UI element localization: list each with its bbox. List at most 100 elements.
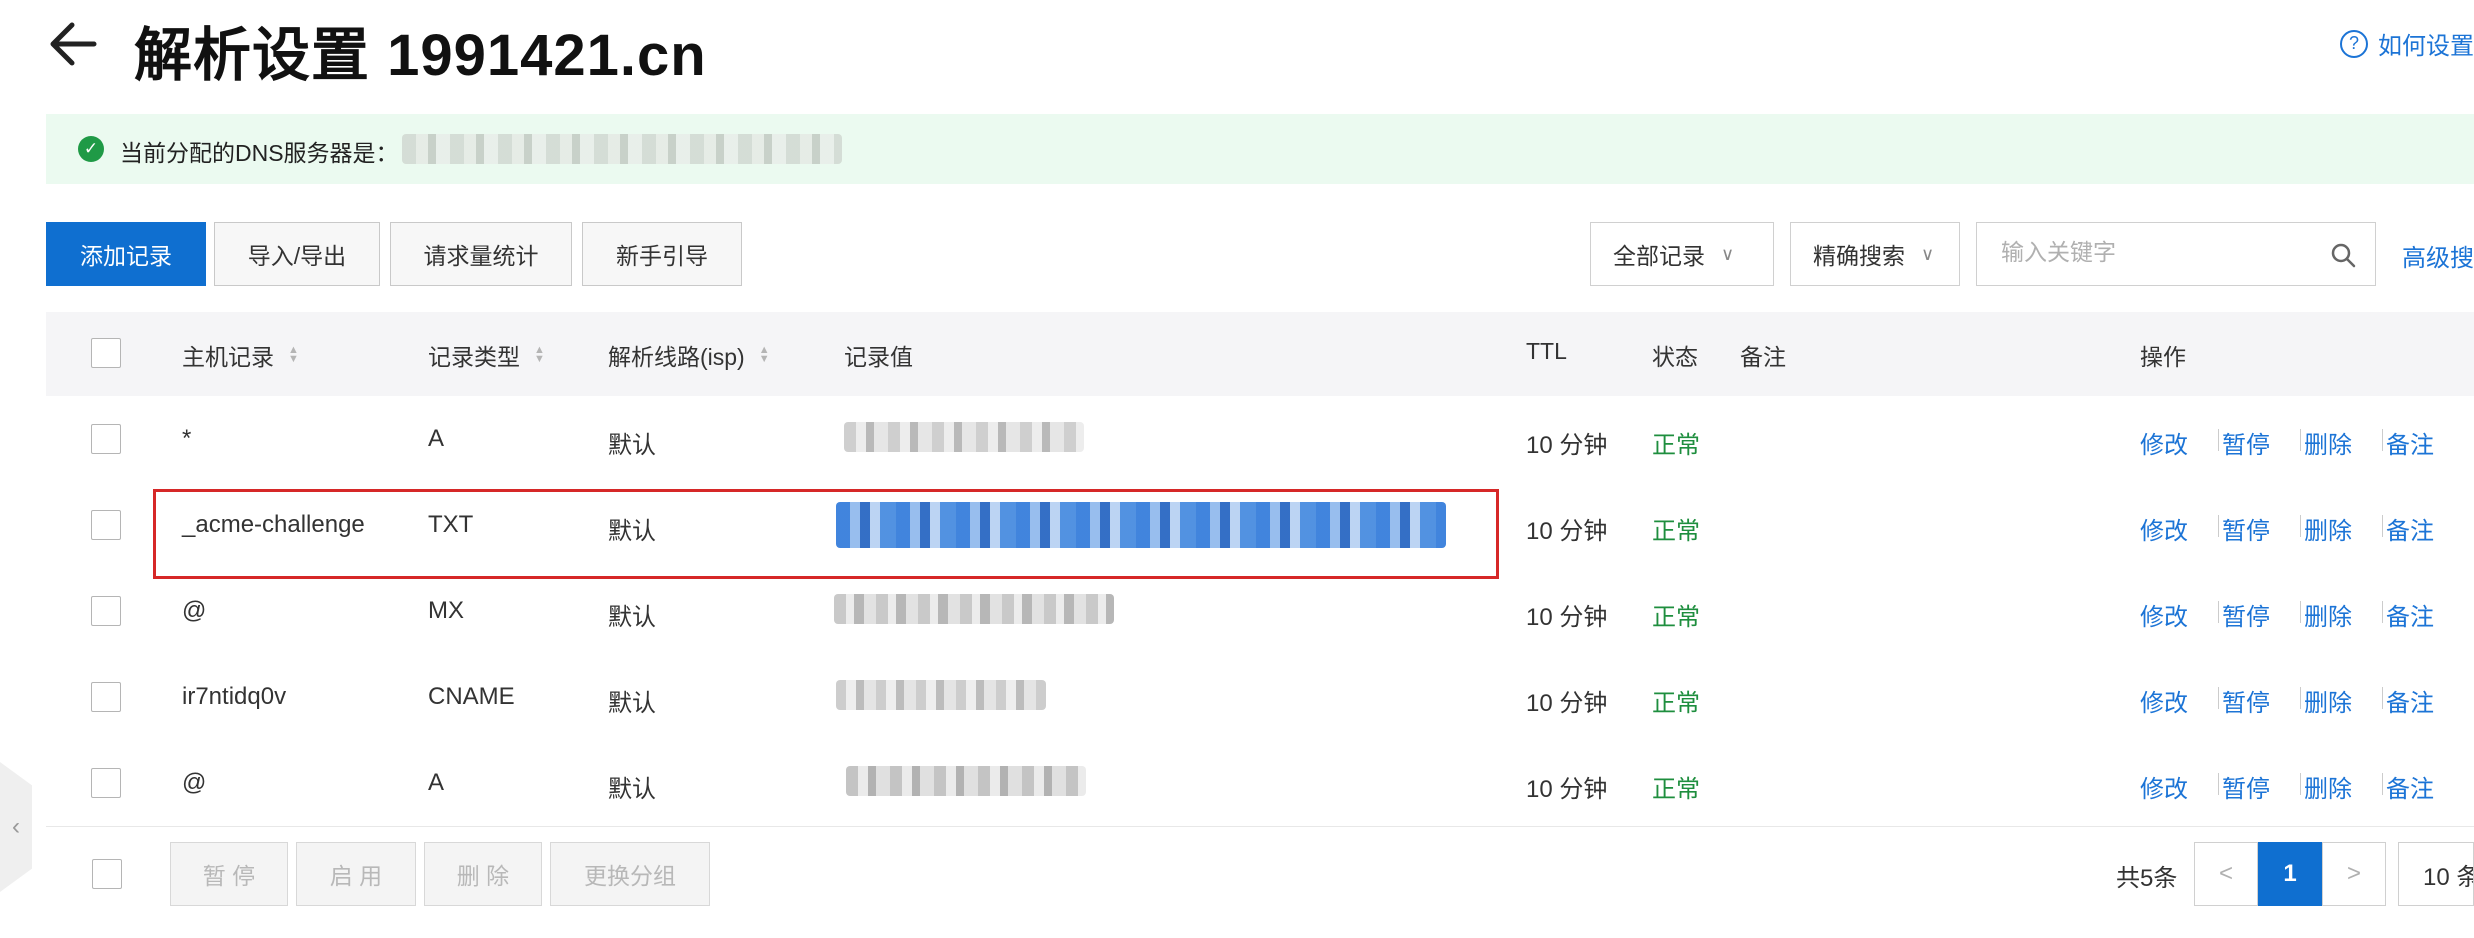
divider bbox=[2218, 429, 2219, 451]
divider bbox=[2382, 515, 2383, 537]
batch-pause-button[interactable]: 暂 停 bbox=[170, 842, 288, 906]
column-remark: 备注 bbox=[1740, 344, 1786, 370]
remark-link[interactable]: 备注 bbox=[2386, 683, 2434, 718]
redacted-record-value bbox=[836, 680, 1046, 710]
delete-link[interactable]: 删除 bbox=[2304, 769, 2352, 804]
divider bbox=[2300, 601, 2301, 623]
host-cell: ir7ntidq0v bbox=[182, 683, 287, 710]
pause-link[interactable]: 暂停 bbox=[2222, 597, 2270, 632]
type-cell: A bbox=[428, 425, 445, 452]
batch-enable-button[interactable]: 启 用 bbox=[296, 842, 416, 906]
column-line-label: 解析线路(isp) bbox=[608, 344, 745, 370]
help-link[interactable]: ? 如何设置 bbox=[2340, 26, 2474, 61]
column-type[interactable]: 记录类型 ▲ ▼ bbox=[428, 338, 545, 372]
page-1-button[interactable]: 1 bbox=[2258, 842, 2322, 906]
delete-link[interactable]: 删除 bbox=[2304, 511, 2352, 546]
banner-text: 当前分配的DNS服务器是： bbox=[120, 140, 399, 166]
chevron-down-icon: ∨ bbox=[1721, 243, 1735, 264]
row-checkbox[interactable] bbox=[91, 682, 121, 712]
column-host[interactable]: 主机记录 ▲ ▼ bbox=[182, 338, 299, 372]
line-cell: 默认 bbox=[608, 690, 656, 717]
row-checkbox[interactable] bbox=[91, 768, 121, 798]
chevron-left-icon: < bbox=[2218, 860, 2233, 887]
sort-icon[interactable]: ▲ ▼ bbox=[288, 345, 299, 365]
remark-link[interactable]: 备注 bbox=[2386, 511, 2434, 546]
guide-button[interactable]: 新手引导 bbox=[582, 222, 742, 286]
divider bbox=[2300, 429, 2301, 451]
request-stats-button[interactable]: 请求量统计 bbox=[390, 222, 572, 286]
divider bbox=[2300, 773, 2301, 795]
host-cell: * bbox=[182, 425, 192, 452]
pause-link[interactable]: 暂停 bbox=[2222, 683, 2270, 718]
pause-link[interactable]: 暂停 bbox=[2222, 425, 2270, 460]
divider bbox=[2218, 687, 2219, 709]
divider bbox=[2218, 515, 2219, 537]
sort-icon[interactable]: ▲ ▼ bbox=[534, 345, 545, 365]
type-cell: MX bbox=[428, 597, 464, 624]
delete-link[interactable]: 删除 bbox=[2304, 425, 2352, 460]
column-line[interactable]: 解析线路(isp) ▲ ▼ bbox=[608, 338, 770, 372]
delete-link[interactable]: 删除 bbox=[2304, 683, 2352, 718]
advanced-search-link[interactable]: 高级搜索 bbox=[2402, 238, 2474, 273]
type-cell: A bbox=[428, 769, 445, 796]
highlight-annotation bbox=[153, 489, 1499, 579]
search-icon[interactable] bbox=[2329, 241, 2357, 269]
edit-link[interactable]: 修改 bbox=[2140, 511, 2188, 546]
add-record-button[interactable]: 添加记录 bbox=[46, 222, 206, 286]
select-all-bottom-checkbox[interactable] bbox=[92, 859, 122, 889]
chevron-left-icon: ‹ bbox=[12, 813, 20, 840]
redacted-record-value bbox=[834, 594, 1114, 624]
line-cell: 默认 bbox=[608, 604, 656, 631]
divider bbox=[2382, 773, 2383, 795]
delete-link[interactable]: 删除 bbox=[2304, 597, 2352, 632]
ttl-cell: 10 分钟 bbox=[1526, 690, 1608, 717]
ttl-cell: 10 分钟 bbox=[1526, 432, 1608, 459]
pause-link[interactable]: 暂停 bbox=[2222, 511, 2270, 546]
select-all-checkbox[interactable] bbox=[91, 338, 121, 368]
column-value: 记录值 bbox=[844, 344, 913, 370]
help-link-label: 如何设置 bbox=[2378, 33, 2474, 60]
search-input[interactable] bbox=[1999, 238, 2303, 267]
pause-link[interactable]: 暂停 bbox=[2222, 769, 2270, 804]
column-actions: 操作 bbox=[2140, 344, 2186, 370]
record-filter-select[interactable]: 全部记录 ∨ bbox=[1590, 222, 1774, 286]
remark-link[interactable]: 备注 bbox=[2386, 597, 2434, 632]
sidebar-collapse-tab[interactable]: ‹ bbox=[0, 762, 32, 892]
divider bbox=[2218, 773, 2219, 795]
host-cell: @ bbox=[182, 597, 207, 624]
row-checkbox[interactable] bbox=[91, 510, 121, 540]
table-row: ir7ntidq0v CNAME 默认 10 分钟 正常 修改 暂停 删除 备注 bbox=[46, 654, 2474, 741]
batch-delete-button[interactable]: 删 除 bbox=[424, 842, 542, 906]
prev-page-button[interactable]: < bbox=[2194, 842, 2258, 906]
back-arrow-icon[interactable] bbox=[44, 14, 104, 74]
divider bbox=[2382, 601, 2383, 623]
sort-icon[interactable]: ▲ ▼ bbox=[759, 345, 770, 365]
redacted-dns-servers bbox=[402, 134, 842, 164]
ttl-cell: 10 分钟 bbox=[1526, 604, 1608, 631]
total-count: 共5条 bbox=[2116, 865, 2178, 892]
divider bbox=[2300, 687, 2301, 709]
table-row: @ A 默认 10 分钟 正常 修改 暂停 删除 备注 bbox=[46, 740, 2474, 827]
remark-link[interactable]: 备注 bbox=[2386, 425, 2434, 460]
chevron-right-icon: > bbox=[2346, 860, 2361, 887]
page-size-select[interactable]: 10 条/页 bbox=[2398, 842, 2474, 906]
edit-link[interactable]: 修改 bbox=[2140, 425, 2188, 460]
column-ttl: TTL bbox=[1526, 338, 1567, 364]
status-badge: 正常 bbox=[1652, 776, 1700, 803]
redacted-record-value bbox=[846, 766, 1086, 796]
import-export-button[interactable]: 导入/导出 bbox=[214, 222, 380, 286]
edit-link[interactable]: 修改 bbox=[2140, 597, 2188, 632]
remark-link[interactable]: 备注 bbox=[2386, 769, 2434, 804]
ttl-cell: 10 分钟 bbox=[1526, 518, 1608, 545]
type-cell: CNAME bbox=[428, 683, 515, 710]
row-checkbox[interactable] bbox=[91, 424, 121, 454]
edit-link[interactable]: 修改 bbox=[2140, 769, 2188, 804]
next-page-button[interactable]: > bbox=[2322, 842, 2386, 906]
change-group-button[interactable]: 更换分组 bbox=[550, 842, 710, 906]
search-mode-select[interactable]: 精确搜索 ∨ bbox=[1790, 222, 1960, 286]
divider bbox=[2218, 601, 2219, 623]
edit-link[interactable]: 修改 bbox=[2140, 683, 2188, 718]
keyword-search-box[interactable] bbox=[1976, 222, 2376, 286]
divider bbox=[2382, 429, 2383, 451]
row-checkbox[interactable] bbox=[91, 596, 121, 626]
